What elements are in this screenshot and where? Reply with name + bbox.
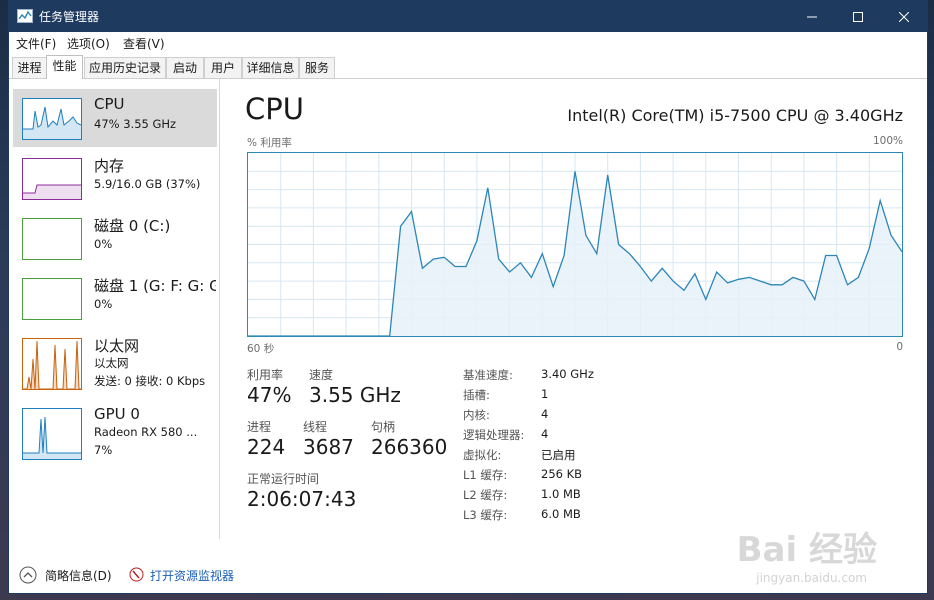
page-title: CPU — [245, 92, 304, 126]
uptime-label: 正常运行时间 — [247, 472, 320, 486]
tab-users[interactable]: 用户 — [204, 57, 242, 78]
tab-app-history[interactable]: 应用历史记录 — [84, 57, 166, 78]
watermark-logo: Bai 经验 — [736, 530, 877, 570]
graph-time-start: 60 秒 — [247, 343, 275, 355]
disk0-thumbnail-graph — [22, 218, 82, 260]
menu-bar: 文件(F) 选项(O) 查看(V) — [9, 32, 927, 52]
cpu-model-name: Intel(R) Core(TM) i5-7500 CPU @ 3.40GHz — [567, 106, 903, 125]
menu-options[interactable]: 选项(O) — [67, 35, 110, 52]
util-value: 47% — [247, 383, 292, 407]
cpu-detail-panel: CPU Intel(R) Core(TM) i5-7500 CPU @ 3.40… — [235, 79, 915, 539]
sidebar-item-cpu[interactable]: CPU 47% 3.55 GHz — [13, 89, 217, 147]
task-manager-icon — [17, 9, 33, 23]
uptime-value: 2:06:07:43 — [247, 487, 357, 511]
tab-performance[interactable]: 性能 — [46, 55, 83, 79]
sidebar-gpu-usage: 7% — [94, 443, 113, 457]
logical-processors-label: 逻辑处理器: — [463, 428, 525, 442]
sidebar-item-disk1[interactable]: 磁盘 1 (G: F: G: G 0% — [13, 269, 217, 327]
l1-cache-label: L1 缓存: — [463, 468, 508, 482]
graph-max-label: 100% — [872, 135, 903, 147]
base-speed-value: 3.40 GHz — [541, 367, 594, 381]
sockets-label: 插槽: — [463, 388, 490, 402]
virtualization-value: 已启用 — [541, 448, 576, 462]
maximize-icon — [853, 11, 863, 22]
memory-thumbnail-graph — [22, 158, 82, 200]
l3-cache-value: 6.0 MB — [541, 507, 581, 521]
cpu-utilization-graph — [247, 152, 903, 337]
cpu-thumbnail-graph — [22, 98, 82, 140]
sidebar-item-gpu[interactable]: GPU 0 Radeon RX 580 ... 7% — [13, 399, 217, 460]
sidebar-disk0-usage: 0% — [94, 237, 113, 251]
processes-label: 进程 — [247, 420, 272, 434]
sidebar-gpu-model: Radeon RX 580 ... — [94, 425, 198, 439]
cores-value: 4 — [541, 407, 549, 421]
l1-cache-value: 256 KB — [541, 467, 583, 481]
watermark-url: jingyan.baidu.com — [756, 571, 867, 585]
sidebar-disk1-usage: 0% — [94, 297, 113, 311]
sidebar-cpu-usage: 47% 3.55 GHz — [94, 117, 177, 131]
collapse-chevron-icon[interactable] — [19, 566, 37, 584]
tab-strip: 进程 性能 应用历史记录 启动 用户 详细信息 服务 — [9, 55, 927, 79]
maximize-button[interactable] — [835, 1, 881, 32]
sidebar-item-ethernet[interactable]: 以太网 以太网 发送: 0 接收: 0 Kbps — [13, 329, 217, 390]
l2-cache-value: 1.0 MB — [541, 487, 581, 501]
handles-label: 句柄 — [371, 420, 396, 434]
graph-time-end: 0 — [896, 341, 903, 353]
title-bar[interactable]: 任务管理器 — [9, 1, 927, 32]
fewer-details-button[interactable]: 简略信息(D) — [45, 567, 112, 584]
close-button[interactable] — [881, 1, 927, 32]
minimize-icon — [807, 16, 817, 17]
threads-value: 3687 — [303, 435, 354, 459]
sidebar-ethernet-adapter: 以太网 — [94, 356, 129, 370]
sidebar-memory-usage: 5.9/16.0 GB (37%) — [94, 177, 201, 191]
processes-value: 224 — [247, 435, 286, 459]
sidebar-ethernet-name: 以太网 — [94, 337, 140, 355]
sidebar-ethernet-throughput: 发送: 0 接收: 0 Kbps — [94, 374, 206, 388]
sidebar-item-memory[interactable]: 内存 5.9/16.0 GB (37%) — [13, 149, 217, 207]
speed-label: 速度 — [309, 368, 334, 382]
util-label: 利用率 — [247, 368, 284, 382]
sidebar-disk0-name: 磁盘 0 (C:) — [94, 217, 171, 235]
sidebar-disk1-name: 磁盘 1 (G: F: G: G — [94, 277, 216, 295]
graph-y-label: % 利用率 — [247, 137, 292, 149]
tab-startup[interactable]: 启动 — [166, 57, 204, 78]
task-manager-window: 任务管理器 文件(F) 选项(O) 查看(V) 进程 性能 应用历史记录 启动 … — [8, 0, 928, 594]
footer-bar: 简略信息(D) 打开资源监视器 Bai 经验 jingyan.baidu.com — [9, 530, 927, 593]
tab-services[interactable]: 服务 — [299, 57, 335, 78]
sidebar-gpu-name: GPU 0 — [94, 405, 140, 423]
resource-monitor-icon — [129, 567, 144, 582]
minimize-button[interactable] — [789, 1, 835, 32]
ethernet-thumbnail-graph — [22, 338, 82, 390]
l2-cache-label: L2 缓存: — [463, 488, 508, 502]
tab-details[interactable]: 详细信息 — [242, 57, 299, 78]
open-resource-monitor-link[interactable]: 打开资源监视器 — [150, 567, 234, 584]
handles-value: 266360 — [371, 435, 448, 459]
close-icon — [899, 11, 909, 22]
sockets-value: 1 — [541, 387, 549, 401]
tab-processes[interactable]: 进程 — [12, 57, 47, 78]
gpu-thumbnail-graph — [22, 408, 82, 460]
l3-cache-label: L3 缓存: — [463, 508, 508, 522]
sidebar-item-disk0[interactable]: 磁盘 0 (C:) 0% — [13, 209, 217, 267]
threads-label: 线程 — [303, 420, 328, 434]
base-speed-label: 基准速度: — [463, 368, 513, 382]
sidebar-memory-name: 内存 — [94, 157, 125, 175]
window-title: 任务管理器 — [39, 10, 100, 24]
logical-processors-value: 4 — [541, 427, 549, 441]
menu-view[interactable]: 查看(V) — [123, 35, 165, 52]
speed-value: 3.55 GHz — [309, 383, 401, 407]
sidebar-cpu-name: CPU — [94, 95, 125, 113]
disk1-thumbnail-graph — [22, 278, 82, 320]
virtualization-label: 虚拟化: — [463, 448, 502, 462]
menu-file[interactable]: 文件(F) — [16, 35, 56, 52]
cores-label: 内核: — [463, 408, 490, 422]
resource-sidebar: CPU 47% 3.55 GHz 内存 5.9/16.0 GB (37%) 磁盘… — [9, 79, 220, 539]
